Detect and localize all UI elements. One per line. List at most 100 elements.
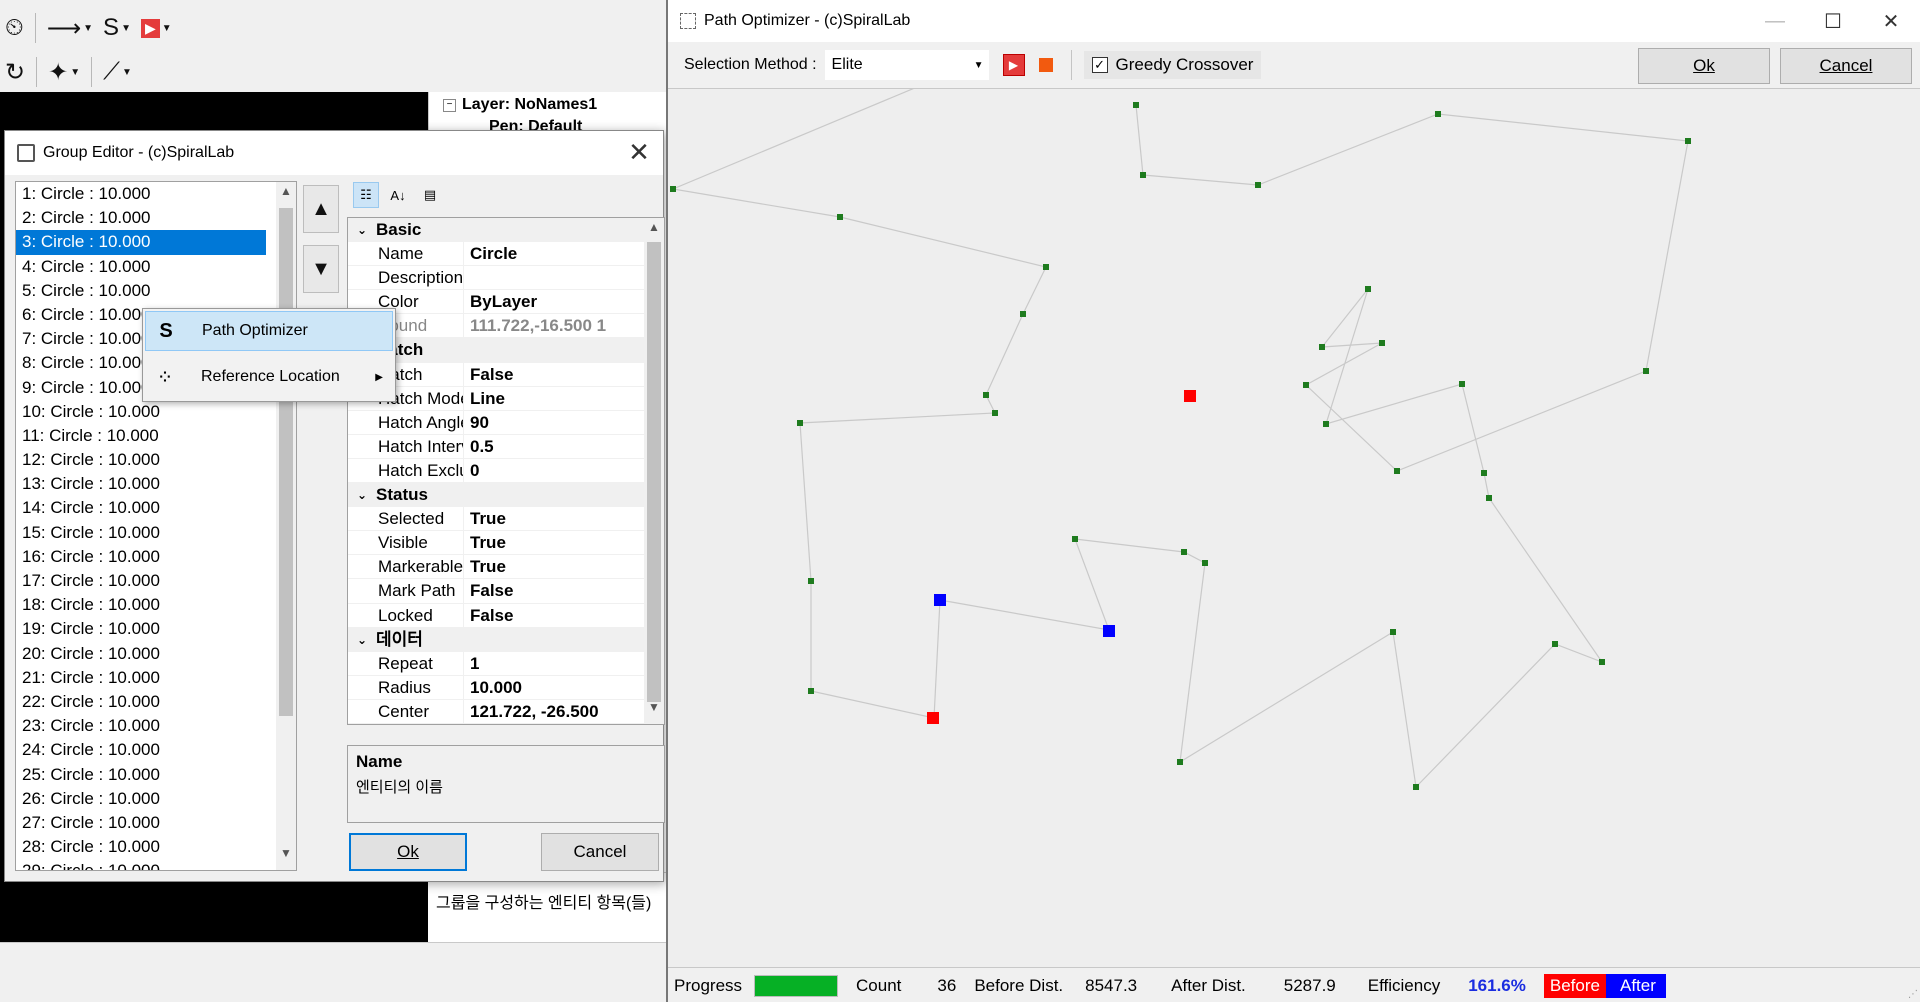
property-value[interactable]: 121.722, -26.500 (464, 700, 664, 724)
stop-button[interactable] (1038, 58, 1053, 72)
clock-icon[interactable]: ⏲ (2, 11, 27, 45)
tree-layer-node[interactable]: − Layer: NoNames1 (443, 96, 597, 114)
scroll-thumb[interactable] (279, 208, 293, 716)
list-item[interactable]: 15: Circle : 10.000 (16, 521, 278, 545)
close-icon[interactable]: ✕ (625, 139, 653, 165)
sort-alpha-icon[interactable]: A↓ (385, 182, 411, 208)
scroll-up-icon[interactable]: ▲ (276, 184, 296, 206)
property-row[interactable]: Description (348, 266, 664, 291)
property-value[interactable]: 1 (464, 652, 664, 676)
ok-button[interactable]: Ok (1638, 48, 1770, 84)
list-item[interactable]: 28: Circle : 10.000 (16, 835, 278, 859)
property-value[interactable]: True (464, 555, 664, 580)
property-category[interactable]: ⌄ 데이터 (348, 627, 664, 652)
categorized-icon[interactable]: ☷ (353, 182, 379, 208)
list-item[interactable]: 5: Circle : 10.000 (16, 279, 278, 303)
rotate-icon[interactable]: ↻ (2, 55, 28, 89)
list-item[interactable]: 26: Circle : 10.000 (16, 787, 278, 811)
chevron-down-icon[interactable]: ⌄ (348, 483, 376, 507)
property-row[interactable]: Start Angle0.000 (348, 723, 664, 725)
property-category[interactable]: ⌄ Status (348, 483, 664, 508)
property-value[interactable]: Line (464, 387, 664, 411)
property-row[interactable]: Name Circle (348, 242, 664, 267)
cancel-button[interactable]: Cancel (1780, 48, 1912, 84)
scroll-thumb[interactable] (647, 242, 661, 702)
list-item[interactable]: 3: Circle : 10.000 (16, 230, 266, 255)
list-item[interactable]: 13: Circle : 10.000 (16, 472, 278, 496)
property-grid[interactable]: ⌄ Basic Name Circle Description Color ByLayer B… (347, 217, 665, 725)
maximize-icon[interactable]: ☐ (1804, 0, 1862, 42)
property-value[interactable]: 0 (464, 459, 664, 484)
property-category[interactable]: ⌄ Basic (348, 218, 664, 243)
scroll-down-icon[interactable]: ▼ (276, 846, 296, 868)
list-item[interactable]: 29: Circle : 10.000 (16, 859, 278, 870)
property-value[interactable]: True (464, 507, 664, 532)
list-item[interactable]: 14: Circle : 10.000 (16, 496, 278, 520)
property-value[interactable]: 10.000 (464, 676, 664, 700)
list-item[interactable]: 4: Circle : 10.000 (16, 255, 278, 279)
property-row[interactable]: Locked False (348, 603, 664, 628)
property-row[interactable]: Repeat 1 (348, 651, 664, 676)
property-value[interactable] (464, 266, 664, 291)
group-editor-titlebar[interactable]: Group Editor - (c)SpiralLab (5, 131, 663, 175)
list-item[interactable]: 22: Circle : 10.000 (16, 690, 278, 714)
list-item[interactable]: 27: Circle : 10.000 (16, 811, 278, 835)
path-canvas[interactable] (668, 88, 1920, 968)
list-scrollbar[interactable]: ▲ ▼ (276, 182, 296, 870)
list-item[interactable]: 11: Circle : 10.000 (16, 424, 278, 448)
property-row[interactable]: Hatch Angle 90 (348, 410, 664, 435)
greedy-crossover-checkbox[interactable]: ✓ Greedy Crossover (1083, 51, 1262, 79)
list-item[interactable]: 21: Circle : 10.000 (16, 666, 278, 690)
property-scrollbar[interactable]: ▲ ▼ (644, 218, 664, 724)
property-row[interactable]: Visible True (348, 531, 664, 556)
property-row[interactable]: Mark Path False (348, 579, 664, 604)
list-item[interactable]: 17: Circle : 10.000 (16, 569, 278, 593)
property-value[interactable]: False (464, 604, 664, 628)
selection-method-select[interactable]: Elite ▼ (824, 50, 989, 80)
property-value[interactable]: 111.722,-16.500 1 (464, 314, 664, 339)
list-item[interactable]: 2: Circle : 10.000 (16, 206, 278, 230)
chevron-down-icon[interactable]: ⌄ (348, 218, 376, 242)
sparkle-icon[interactable]: ✦ ▼ (45, 55, 83, 89)
property-pages-icon[interactable]: ▤ (417, 182, 443, 208)
chart-line-icon[interactable]: ⟋ ▼ (100, 55, 135, 89)
arrow-line-icon[interactable]: ⟶ ▼ (44, 11, 96, 45)
path-optimizer-titlebar[interactable]: Path Optimizer - (c)SpiralLab — ☐ ✕ (668, 0, 1920, 42)
property-row[interactable]: Hatch Interval0.5 (348, 434, 664, 459)
chevron-down-icon[interactable]: ⌄ (348, 628, 376, 652)
property-value[interactable]: False (464, 363, 664, 387)
list-item[interactable]: 12: Circle : 10.000 (16, 448, 278, 472)
cancel-button[interactable]: Cancel (541, 833, 659, 871)
scroll-down-icon[interactable]: ▼ (644, 700, 664, 722)
ok-button[interactable]: Ok (349, 833, 467, 871)
run-button[interactable]: ▶ (1002, 54, 1025, 76)
list-item[interactable]: 16: Circle : 10.000 (16, 545, 278, 569)
property-row[interactable]: Hatch Exclude0 (348, 458, 664, 484)
list-item[interactable]: 20: Circle : 10.000 (16, 642, 278, 666)
property-value[interactable]: 0.5 (464, 435, 664, 459)
list-item[interactable]: 23: Circle : 10.000 (16, 714, 278, 738)
entity-list[interactable]: 1: Circle : 10.000 2: Circle : 10.000 3: C… (15, 181, 297, 871)
property-row[interactable]: Radius 10.000 (348, 675, 664, 700)
play-icon[interactable]: ▶ ▼ (138, 11, 175, 45)
property-value[interactable]: 0.000 (464, 724, 664, 725)
property-row[interactable]: Markerable True (348, 555, 664, 580)
scroll-up-icon[interactable]: ▲ (644, 220, 664, 242)
property-row[interactable]: Selected True (348, 507, 664, 532)
list-item[interactable]: 19: Circle : 10.000 (16, 617, 278, 641)
menu-item-reference-location[interactable]: ⁘ Reference Location ▶ (145, 357, 393, 397)
resize-grip-icon[interactable]: ⋰ (1908, 989, 1918, 1000)
list-item[interactable]: 24: Circle : 10.000 (16, 738, 278, 762)
list-item[interactable]: 1: Circle : 10.000 (16, 182, 278, 206)
property-value[interactable]: 90 (464, 411, 664, 435)
move-down-button[interactable]: ▼ (303, 245, 339, 293)
close-icon[interactable]: ✕ (1862, 0, 1920, 42)
move-up-button[interactable]: ▲ (303, 185, 339, 233)
list-item[interactable]: 25: Circle : 10.000 (16, 763, 278, 787)
property-value[interactable]: True (464, 531, 664, 556)
path-s-icon[interactable]: S ▼ (100, 11, 134, 45)
property-value[interactable]: ByLayer (464, 290, 664, 315)
property-value[interactable]: Circle (464, 242, 664, 267)
property-row[interactable]: Center 121.722, -26.500 (348, 699, 664, 724)
property-value[interactable]: False (464, 579, 664, 604)
